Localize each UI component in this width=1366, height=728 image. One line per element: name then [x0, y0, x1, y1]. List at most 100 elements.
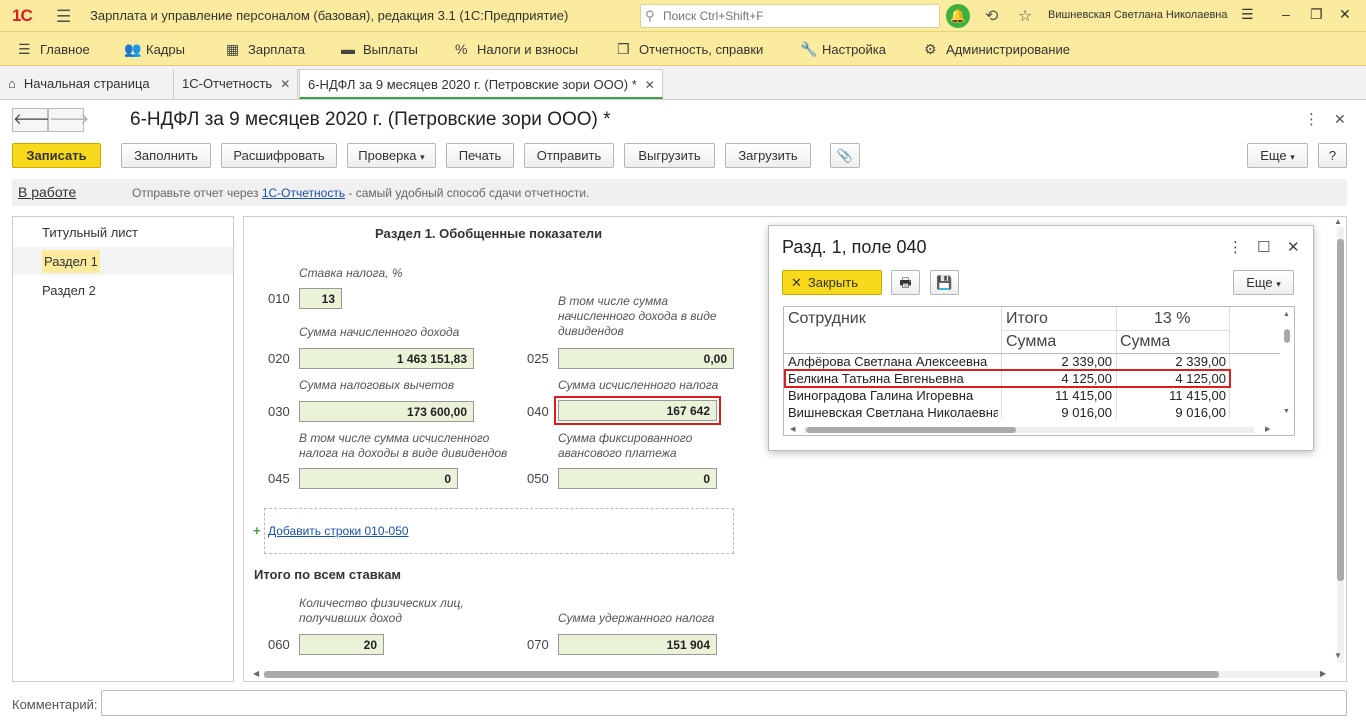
- section-item-section-2[interactable]: Раздел 2: [13, 276, 233, 304]
- tab-1c-reporting[interactable]: 1С-Отчетность ✕: [174, 69, 298, 99]
- check-button[interactable]: Проверка ▾: [347, 143, 436, 168]
- menu-item-main[interactable]: ☰ Главное: [18, 41, 90, 58]
- row-employee-name[interactable]: Вишневская Светлана Николаевна: [788, 405, 998, 420]
- field-070-withheld-tax[interactable]: 151 904: [558, 634, 717, 655]
- scroll-right-icon[interactable]: ▶: [1320, 669, 1326, 678]
- column-header-rate-13[interactable]: 13 %: [1154, 310, 1190, 328]
- vertical-scrollbar-thumb[interactable]: [1337, 239, 1344, 581]
- popup-more-button[interactable]: Еще ▾: [1233, 270, 1294, 295]
- horizontal-scrollbar[interactable]: [804, 427, 1254, 433]
- add-rows-link[interactable]: Добавить строки 010-050: [268, 524, 409, 538]
- scroll-up-icon[interactable]: ▲: [1283, 311, 1290, 318]
- scroll-down-icon[interactable]: ▼: [1283, 408, 1290, 415]
- restore-icon[interactable]: ❐: [1310, 6, 1323, 23]
- popup-more-icon[interactable]: ⋮: [1228, 238, 1243, 256]
- close-window-icon[interactable]: ✕: [1339, 6, 1351, 23]
- 1c-reporting-link[interactable]: 1С-Отчетность: [262, 186, 345, 200]
- row-employee-name[interactable]: Виноградова Галина Игоревна: [788, 388, 998, 403]
- more-button[interactable]: Еще ▾: [1247, 143, 1308, 168]
- close-form-icon[interactable]: ✕: [1334, 111, 1346, 128]
- row-rate13[interactable]: 9 016,00: [1119, 405, 1226, 420]
- row-total[interactable]: 2 339,00: [1004, 354, 1112, 369]
- horizontal-scrollbar-thumb[interactable]: [264, 671, 1219, 678]
- col-divider: [1229, 307, 1230, 419]
- dropdown-arrow-icon: ▾: [1276, 279, 1281, 289]
- close-tab-icon[interactable]: ✕: [280, 77, 290, 91]
- field-030-deductions[interactable]: 173 600,00: [299, 401, 474, 422]
- field-040-calculated-tax[interactable]: 167 642: [558, 400, 717, 421]
- scroll-up-icon[interactable]: ▲: [1334, 217, 1342, 226]
- back-button[interactable]: 🡐: [12, 108, 53, 132]
- save-button[interactable]: Записать: [12, 143, 101, 168]
- column-header-sum[interactable]: Сумма: [1006, 333, 1056, 351]
- field-025-label: В том числе сумма начисленного дохода в …: [558, 294, 717, 338]
- field-code-010: 010: [268, 291, 290, 306]
- decode-button[interactable]: Расшифровать: [221, 143, 337, 168]
- menu-item-settings[interactable]: 🔧 Настройка: [800, 41, 886, 58]
- settings-menu-icon[interactable]: ☰: [1241, 6, 1254, 23]
- help-button[interactable]: ?: [1318, 143, 1347, 168]
- menu-item-reports[interactable]: ❒ Отчетность, справки: [617, 41, 763, 58]
- document-status-link[interactable]: В работе: [18, 184, 76, 200]
- horizontal-scrollbar[interactable]: [264, 671, 1324, 678]
- minimize-icon[interactable]: –: [1282, 6, 1290, 22]
- print-button[interactable]: Печать: [446, 143, 514, 168]
- menu-item-salary[interactable]: ▦ Зарплата: [226, 41, 305, 58]
- section-item-section-1[interactable]: Раздел 1: [13, 247, 233, 275]
- main-menu-icon[interactable]: ☰: [56, 7, 71, 27]
- menu-item-taxes[interactable]: % Налоги и взносы: [455, 41, 578, 57]
- row-total[interactable]: 9 016,00: [1004, 405, 1112, 420]
- column-header-total[interactable]: Итого: [1006, 310, 1048, 328]
- download-button[interactable]: Загрузить: [725, 143, 811, 168]
- popup-print-button[interactable]: 🖶: [891, 270, 920, 295]
- row-rate13[interactable]: 11 415,00: [1119, 388, 1226, 403]
- popup-maximize-icon[interactable]: ☐: [1257, 238, 1270, 256]
- scroll-left-icon[interactable]: ◀: [253, 669, 259, 678]
- field-020-income[interactable]: 1 463 151,83: [299, 348, 474, 369]
- fill-button[interactable]: Заполнить: [121, 143, 211, 168]
- row-rate13[interactable]: 2 339,00: [1119, 354, 1226, 369]
- vertical-scrollbar-thumb[interactable]: [1284, 329, 1290, 343]
- send-button[interactable]: Отправить: [524, 143, 614, 168]
- more-actions-icon[interactable]: ⋮: [1304, 110, 1319, 128]
- column-header-sum[interactable]: Сумма: [1120, 333, 1170, 351]
- burger-icon: ☰: [18, 41, 31, 57]
- notifications-bell-icon[interactable]: 🔔: [946, 4, 970, 28]
- tab-home[interactable]: ⌂ Начальная страница: [0, 69, 174, 99]
- forward-button[interactable]: 🡒: [48, 108, 89, 132]
- popup-save-button[interactable]: 💾: [930, 270, 959, 295]
- info-message: Отправьте отчет через 1С-Отчетность - са…: [132, 186, 590, 200]
- column-header-employee[interactable]: Сотрудник: [788, 310, 866, 328]
- current-user[interactable]: Вишневская Светлана Николаевна: [1048, 9, 1228, 21]
- decode-popup: Разд. 1, поле 040 ⋮ ☐ ✕ ✕ Закрыть 🖶 💾 Еще…: [768, 225, 1314, 451]
- field-050-advance[interactable]: 0: [558, 468, 717, 489]
- field-040-label: Сумма исчисленного налога: [558, 378, 719, 392]
- field-045-dividend-tax[interactable]: 0: [299, 468, 458, 489]
- field-030-label: Сумма налоговых вычетов: [299, 378, 455, 392]
- menu-item-payments[interactable]: ▬ Выплаты: [341, 41, 418, 57]
- vertical-scrollbar[interactable]: [1337, 227, 1344, 663]
- section-item-title-page[interactable]: Титульный лист: [13, 218, 233, 246]
- menu-item-admin[interactable]: ⚙ Администрирование: [924, 41, 1070, 58]
- horizontal-scrollbar-thumb[interactable]: [806, 427, 1016, 433]
- global-search[interactable]: ⚲: [640, 4, 940, 28]
- tab-6ndfl[interactable]: 6-НДФЛ за 9 месяцев 2020 г. (Петровские …: [299, 69, 663, 99]
- search-input[interactable]: [663, 7, 933, 25]
- row-employee-name[interactable]: Алфёрова Светлана Алексеевна: [788, 354, 998, 369]
- row-total[interactable]: 11 415,00: [1004, 388, 1112, 403]
- field-025-dividends[interactable]: 0,00: [558, 348, 734, 369]
- history-icon[interactable]: ⟲: [985, 6, 998, 26]
- scroll-right-icon[interactable]: ▶: [1265, 425, 1270, 433]
- attachment-button[interactable]: 📎: [830, 143, 860, 168]
- favorites-star-icon[interactable]: ☆: [1018, 6, 1032, 26]
- field-010-rate[interactable]: 13: [299, 288, 342, 309]
- scroll-left-icon[interactable]: ◀: [790, 425, 795, 433]
- popup-close-button[interactable]: ✕ Закрыть: [782, 270, 882, 295]
- comment-input[interactable]: [101, 690, 1347, 716]
- popup-close-icon[interactable]: ✕: [1287, 238, 1300, 256]
- close-tab-icon[interactable]: ✕: [645, 78, 655, 92]
- scroll-down-icon[interactable]: ▼: [1334, 651, 1342, 660]
- menu-item-hr[interactable]: 👥 Кадры: [124, 41, 185, 58]
- upload-button[interactable]: Выгрузить: [624, 143, 715, 168]
- field-060-persons[interactable]: 20: [299, 634, 384, 655]
